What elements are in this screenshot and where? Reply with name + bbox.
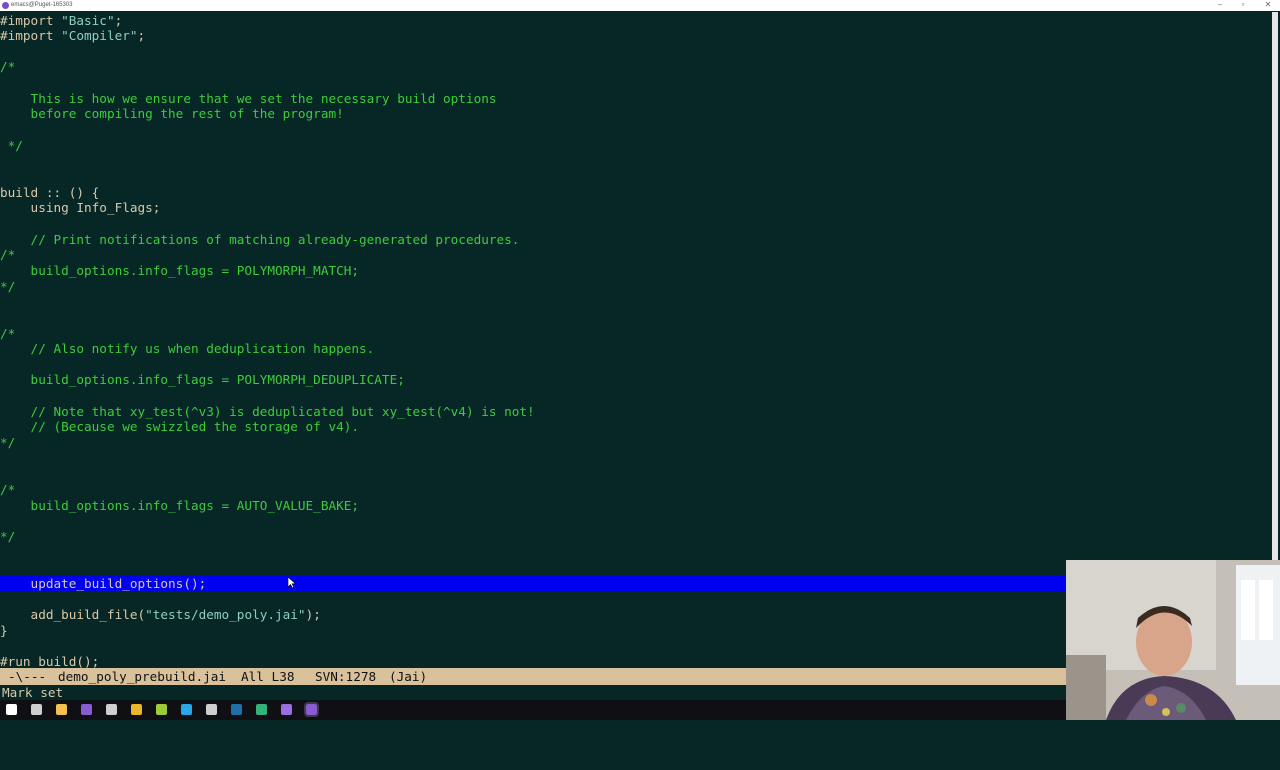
visual-studio-icon[interactable] [281, 704, 292, 715]
code-line[interactable]: // Print notifications of matching alrea… [0, 232, 1268, 248]
code-token: build_options.info_flags = AUTO_VALUE_BA… [0, 497, 360, 513]
taskbar [0, 700, 1066, 720]
code-token: update_build_options(); [0, 575, 207, 591]
code-token: */ [0, 528, 16, 544]
code-token: /* [0, 59, 16, 75]
emacs-app-icon [2, 2, 9, 9]
code-token: "tests/demo_poly.jai" [145, 607, 306, 623]
code-token: before compiling the rest of the program… [0, 106, 344, 122]
app-teal-icon[interactable] [256, 704, 267, 715]
code-token: */ [0, 435, 16, 451]
modeline-status: -\--- [8, 669, 47, 684]
code-line[interactable]: build_options.info_flags = AUTO_VALUE_BA… [0, 498, 1268, 514]
app-green-icon[interactable] [156, 704, 167, 715]
highlighted-code-line[interactable]: update_build_options(); [0, 575, 1066, 592]
modeline-position: All L38 [241, 669, 295, 684]
code-line[interactable]: */ [0, 529, 1268, 545]
code-token: "Basic" [61, 12, 115, 28]
code-line[interactable]: // Also notify us when deduplication hap… [0, 341, 1268, 357]
window-title: emacs@Puget-165303 [11, 2, 73, 8]
code-token: build_options.info_flags = POLYMORPH_DED… [0, 372, 405, 388]
code-line[interactable]: build_options.info_flags = POLYMORPH_MAT… [0, 263, 1268, 279]
code-token: // Also notify us when deduplication hap… [0, 341, 375, 357]
code-line[interactable]: */ [0, 279, 1268, 295]
code-token: add_build_file( [0, 607, 146, 623]
code-token: ; [137, 28, 146, 44]
code-token: ; [114, 12, 123, 28]
webcam-overlay [1066, 560, 1280, 720]
code-token: */ [0, 278, 16, 294]
modeline-buffer-name[interactable]: demo_poly_prebuild.jai [58, 668, 226, 685]
code-line[interactable]: /* [0, 59, 1268, 75]
code-line[interactable]: // Note that xy_test(^v3) is deduplicate… [0, 404, 1268, 420]
code-token: build_options.info_flags = POLYMORPH_MAT… [0, 262, 360, 278]
code-token: /* [0, 247, 16, 263]
code-token: This is how we ensure that we set the ne… [0, 90, 497, 106]
maximize-icon[interactable]: ▫ [1237, 0, 1249, 11]
windows-start-icon[interactable] [6, 704, 17, 715]
code-line[interactable]: // (Because we swizzled the storage of v… [0, 419, 1268, 435]
code-line[interactable]: build :: () { [0, 185, 1268, 201]
code-line[interactable]: /* [0, 247, 1268, 263]
file-explorer-icon[interactable] [56, 704, 67, 715]
code-line[interactable]: #import "Basic"; [0, 13, 1268, 29]
mouse-pointer-icon [288, 577, 296, 588]
app-blue-icon[interactable] [181, 704, 192, 715]
emacs-active-icon[interactable] [304, 702, 319, 717]
minimize-icon[interactable]: – [1214, 0, 1226, 11]
code-token: ); [305, 607, 321, 623]
chrome-icon[interactable] [131, 704, 142, 715]
modeline-major-mode[interactable]: (Jai) [389, 668, 427, 685]
code-line[interactable]: */ [0, 138, 1268, 154]
code-token: build :: () { [0, 184, 100, 200]
modeline-vc-status: SVN:1278 [315, 669, 377, 684]
settings-icon[interactable] [106, 704, 117, 715]
scrollbar-thumb[interactable] [1272, 12, 1278, 560]
code-line[interactable]: before compiling the rest of the program… [0, 106, 1268, 122]
minibuffer-message: Mark set [2, 685, 64, 700]
code-token: /* [0, 325, 16, 341]
code-token: #import [0, 12, 62, 28]
code-token: // Print notifications of matching alrea… [0, 231, 520, 247]
code-line[interactable]: /* [0, 482, 1268, 498]
code-line[interactable]: */ [0, 435, 1268, 451]
code-token: // (Because we swizzled the storage of v… [0, 419, 360, 435]
code-token: // Note that xy_test(^v3) is deduplicate… [0, 403, 535, 419]
code-line[interactable]: This is how we ensure that we set the ne… [0, 91, 1268, 107]
close-icon[interactable]: ✕ [1262, 0, 1274, 11]
code-line[interactable]: build_options.info_flags = POLYMORPH_DED… [0, 372, 1268, 388]
task-view-icon[interactable] [31, 704, 42, 715]
code-line[interactable]: /* [0, 326, 1268, 342]
code-line[interactable]: #import "Compiler"; [0, 28, 1268, 44]
code-token: #run build(); [0, 654, 100, 668]
code-token: "Compiler" [61, 28, 138, 44]
code-token: /* [0, 482, 16, 497]
tools-icon[interactable] [206, 704, 217, 715]
code-token: */ [0, 137, 23, 153]
photoshop-icon[interactable] [231, 704, 242, 715]
emacs-icon[interactable] [81, 704, 92, 715]
code-token: } [0, 622, 8, 638]
code-token: #import [0, 28, 62, 44]
window-title-bar[interactable]: emacs@Puget-165303 – ▫ ✕ [0, 0, 1280, 11]
code-line[interactable]: using Info_Flags; [0, 200, 1268, 216]
code-token: using Info_Flags; [0, 200, 161, 216]
